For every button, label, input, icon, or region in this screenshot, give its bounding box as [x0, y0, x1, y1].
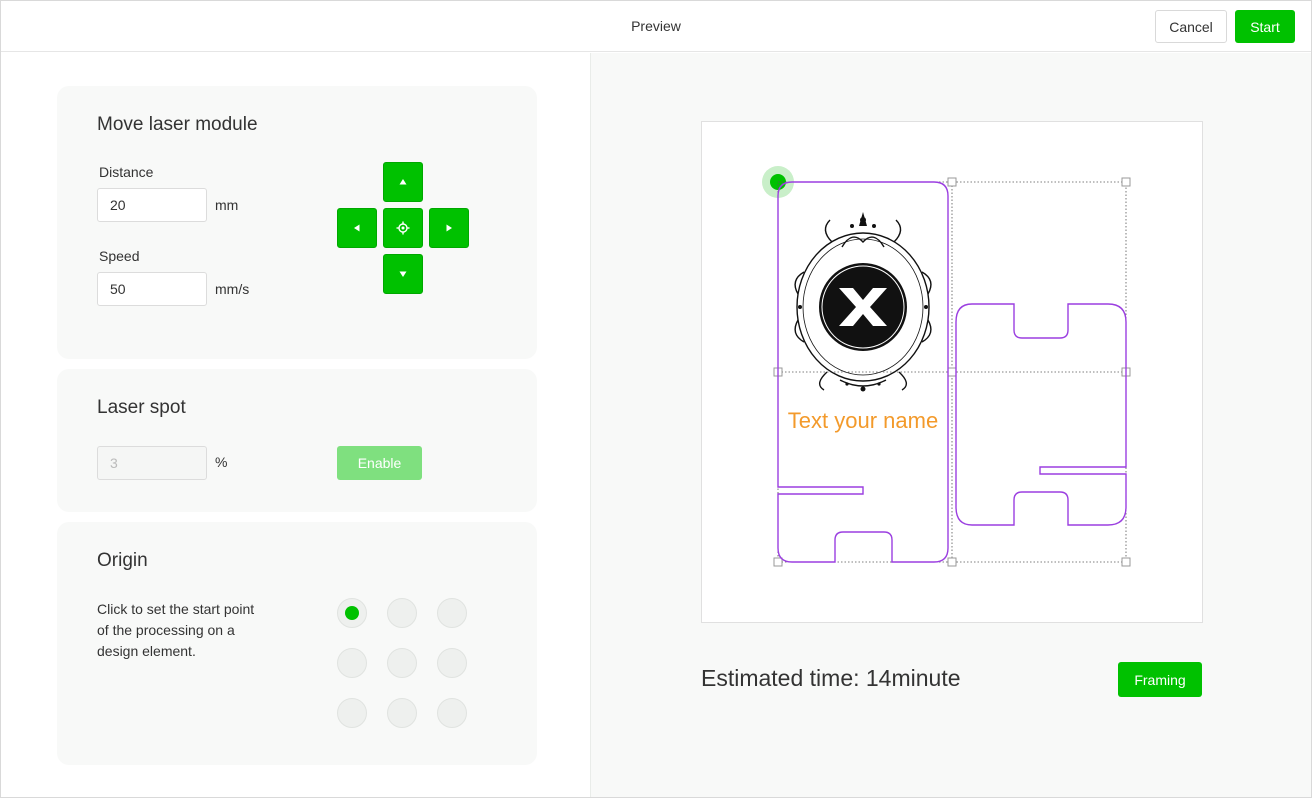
- settings-panel: Move laser module Distance 20 mm Speed 5…: [1, 53, 590, 797]
- origin-card: Origin Click to set the start point of t…: [57, 522, 537, 765]
- move-laser-module-title: Move laser module: [97, 114, 258, 135]
- stand-back-path: [955, 303, 1127, 526]
- framing-button[interactable]: Framing: [1118, 662, 1202, 697]
- estimated-time: Estimated time: 14minute: [701, 665, 961, 691]
- arrow-left-icon: [354, 224, 360, 232]
- move-left-button[interactable]: [337, 208, 377, 248]
- origin-point-3-1[interactable]: [337, 698, 367, 728]
- crosshair-icon: [396, 221, 410, 235]
- laser-spot-input[interactable]: 3: [97, 446, 207, 480]
- origin-point-2-2[interactable]: [387, 648, 417, 678]
- origin-point-1-2[interactable]: [387, 598, 417, 628]
- preview-canvas[interactable]: Text your name: [701, 121, 1203, 623]
- emblem-logo: [794, 212, 932, 392]
- origin-point-1-3[interactable]: [437, 598, 467, 628]
- origin-point-1-1[interactable]: [337, 598, 367, 628]
- move-right-button[interactable]: [429, 208, 469, 248]
- move-down-button[interactable]: [383, 254, 423, 294]
- page-title: Preview: [631, 18, 681, 34]
- enable-button[interactable]: Enable: [337, 446, 422, 480]
- move-laser-module-card: Move laser module Distance 20 mm Speed 5…: [57, 86, 537, 359]
- laser-spot-unit: %: [215, 454, 228, 470]
- move-home-button[interactable]: [383, 208, 423, 248]
- laser-spot-card: Laser spot 3 % Enable: [57, 369, 537, 512]
- distance-label: Distance: [99, 164, 154, 180]
- design-preview: Text your name: [762, 166, 1131, 567]
- arrow-right-icon: [446, 224, 452, 232]
- preview-panel: Text your name Estimated time: 14minute …: [590, 53, 1311, 797]
- speed-label: Speed: [99, 248, 140, 264]
- origin-point-2-1[interactable]: [337, 648, 367, 678]
- origin-title: Origin: [97, 550, 148, 571]
- origin-point-2-3[interactable]: [437, 648, 467, 678]
- speed-input[interactable]: 50: [97, 272, 207, 306]
- speed-unit: mm/s: [215, 281, 250, 297]
- origin-point-3-3[interactable]: [437, 698, 467, 728]
- origin-description: Click to set the start point of the proc…: [97, 601, 255, 659]
- distance-input[interactable]: 20: [97, 188, 207, 222]
- distance-unit: mm: [215, 197, 239, 213]
- arrow-down-icon: [399, 271, 407, 277]
- design-text: Text your name: [788, 408, 938, 433]
- top-bar: Preview: [1, 1, 1311, 52]
- origin-point-3-2[interactable]: [387, 698, 417, 728]
- laser-spot-title: Laser spot: [97, 397, 186, 418]
- move-up-button[interactable]: [383, 162, 423, 202]
- cancel-button[interactable]: Cancel: [1155, 10, 1227, 43]
- arrow-up-icon: [399, 179, 407, 185]
- start-button[interactable]: Start: [1235, 10, 1295, 43]
